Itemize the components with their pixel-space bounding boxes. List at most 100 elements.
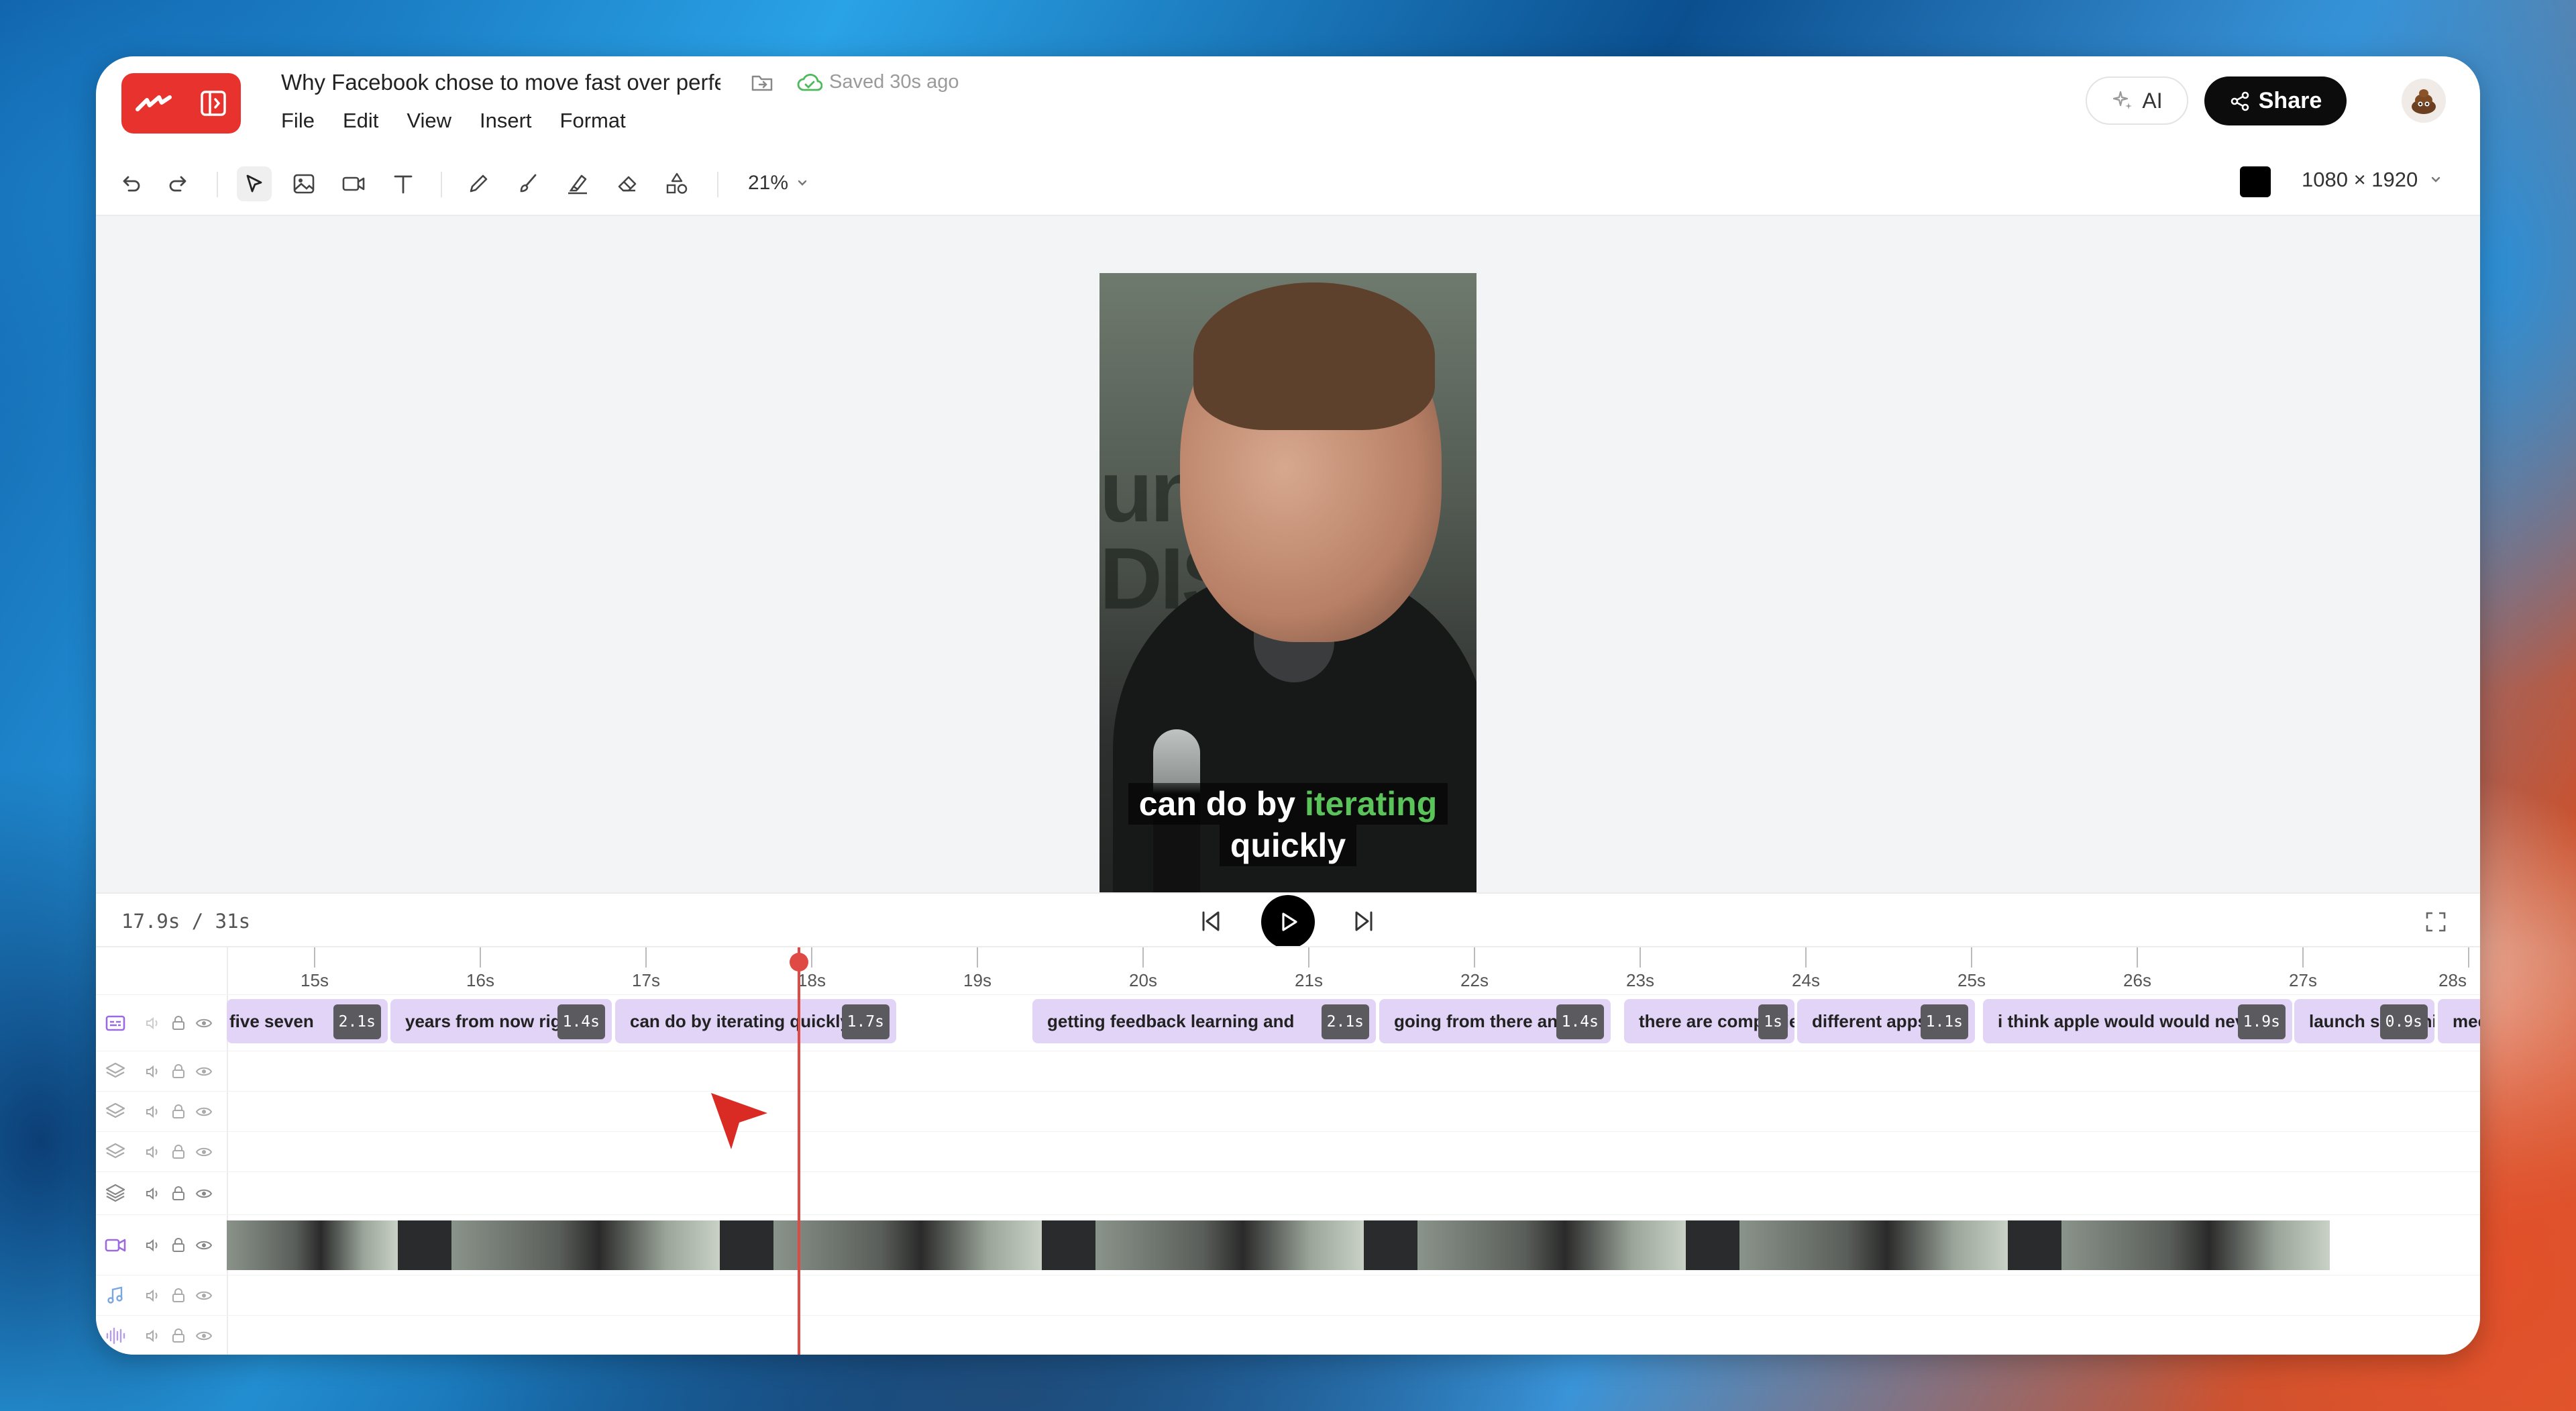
highlighter-tool[interactable] (560, 166, 595, 201)
eye-icon[interactable] (195, 1103, 213, 1120)
shapes-tool[interactable] (659, 166, 694, 201)
brush-tool[interactable] (511, 166, 545, 201)
skip-forward-icon[interactable] (1350, 907, 1378, 935)
user-avatar[interactable] (2402, 79, 2446, 123)
speaker-icon[interactable] (144, 1185, 162, 1202)
eye-icon[interactable] (195, 1185, 213, 1202)
layer-track-area[interactable] (227, 1172, 2480, 1215)
document-title[interactable]: Why Facebook chose to move fast over per… (281, 70, 720, 99)
lock-icon[interactable] (170, 1237, 187, 1254)
menu-insert[interactable]: Insert (480, 109, 532, 133)
caption-clip[interactable]: launch something0.9s (2294, 999, 2434, 1043)
caption-clip[interactable]: mee (2438, 999, 2480, 1043)
speaker-icon[interactable] (144, 1327, 162, 1345)
video-tool[interactable] (336, 166, 371, 201)
caption-clip[interactable]: different apps 1.1s (1797, 999, 1975, 1043)
ai-button[interactable]: AI (2086, 76, 2188, 125)
lock-icon[interactable] (170, 1327, 187, 1345)
eye-icon[interactable] (195, 1014, 213, 1032)
voice-track-area[interactable] (227, 1316, 2480, 1355)
caption-clip[interactable]: getting feedback learning and 2.1s (1032, 999, 1376, 1043)
ruler-label: 19s (963, 970, 991, 990)
skip-back-icon[interactable] (1197, 907, 1225, 935)
ruler-label: 15s (301, 970, 329, 990)
playhead-handle[interactable] (790, 953, 808, 972)
caption-track-area[interactable]: five seven 2.1s years from now right 1.4s … (227, 995, 2480, 1051)
menu-file[interactable]: File (281, 109, 315, 133)
lock-icon[interactable] (170, 1287, 187, 1304)
clip-duration: 1s (1758, 1004, 1788, 1039)
video-frame (720, 1220, 773, 1270)
menu-edit[interactable]: Edit (343, 109, 378, 133)
speaker-icon[interactable] (144, 1063, 162, 1080)
undo-button[interactable] (113, 166, 148, 201)
caption-clip[interactable]: going from there and 1.4s (1379, 999, 1611, 1043)
caption-clip[interactable]: years from now right 1.4s (390, 999, 612, 1043)
speaker-icon[interactable] (144, 1143, 162, 1161)
eraser-tool[interactable] (610, 166, 645, 201)
caption-clip[interactable]: can do by iterating quickly 1.7s (615, 999, 896, 1043)
track-controls (96, 1275, 228, 1316)
caption-clip[interactable]: there are companies 1s (1624, 999, 1794, 1043)
cloud-check-icon (797, 73, 822, 91)
caption-overlay[interactable]: can do by iterating quickly (1099, 783, 1477, 866)
select-tool[interactable] (237, 166, 272, 201)
video-frame (1686, 1220, 1739, 1270)
time-ruler[interactable]: 15s 16s 17s 18s 19s 20s 21s 22s 23s 24s … (227, 947, 2480, 994)
redo-button[interactable] (162, 166, 197, 201)
eye-icon[interactable] (195, 1287, 213, 1304)
ruler-tick (1971, 947, 1972, 968)
speaker-hair (1193, 282, 1435, 430)
share-button[interactable]: Share (2204, 76, 2347, 125)
video-filmstrip[interactable] (227, 1220, 2480, 1270)
speaker-muted-icon[interactable] (144, 1014, 162, 1032)
fill-color-swatch[interactable] (2240, 166, 2271, 197)
caption-clip[interactable]: i think apple would would never 1.9s (1983, 999, 2292, 1043)
lock-icon[interactable] (170, 1063, 187, 1080)
eye-icon[interactable] (195, 1327, 213, 1345)
speaker-icon[interactable] (144, 1103, 162, 1120)
ruler-label: 23s (1626, 970, 1654, 990)
lock-icon[interactable] (170, 1185, 187, 1202)
menu-format[interactable]: Format (560, 109, 626, 133)
ruler-tick (2302, 947, 2304, 968)
app-logo-button[interactable] (121, 73, 241, 134)
menu-view[interactable]: View (407, 109, 451, 133)
clip-text: can do by iterating quickly (630, 1010, 850, 1031)
eye-icon[interactable] (195, 1143, 213, 1161)
ruler-label: 24s (1792, 970, 1820, 990)
speaker-icon[interactable] (144, 1237, 162, 1254)
eye-icon[interactable] (195, 1063, 213, 1080)
fullscreen-icon[interactable] (2424, 910, 2448, 934)
text-icon (394, 175, 413, 194)
ruler-label: 26s (2123, 970, 2151, 990)
lock-icon[interactable] (170, 1103, 187, 1120)
select-icon (246, 174, 262, 193)
music-track-area[interactable] (227, 1275, 2480, 1316)
play-button[interactable] (1261, 895, 1315, 949)
ruler-tick (1142, 947, 1144, 968)
video-track-area[interactable] (227, 1215, 2480, 1275)
pencil-tool[interactable] (461, 166, 496, 201)
caption-track: five seven 2.1s years from now right 1.4s … (96, 994, 2480, 1051)
text-tool[interactable] (386, 166, 421, 201)
canvas-size-value: 1080 × 1920 (2302, 168, 2418, 191)
layer-track-area[interactable] (227, 1132, 2480, 1172)
eye-icon[interactable] (195, 1237, 213, 1254)
playhead[interactable] (798, 947, 800, 1355)
ruler-label: 27s (2289, 970, 2317, 990)
timeline[interactable]: 15s 16s 17s 18s 19s 20s 21s 22s 23s 24s … (96, 946, 2480, 1355)
canvas-size-dropdown[interactable]: 1080 × 1920 (2302, 168, 2443, 192)
lock-icon[interactable] (170, 1143, 187, 1161)
layer-track-area[interactable] (227, 1051, 2480, 1092)
layer-track-area[interactable] (227, 1092, 2480, 1132)
video-preview[interactable]: unch DISR can do by iterating quickly (1099, 273, 1477, 931)
ruler-tick (1308, 947, 1309, 968)
lock-icon[interactable] (170, 1014, 187, 1032)
zoom-dropdown[interactable]: 21% (748, 172, 810, 195)
canvas-area[interactable]: unch DISR can do by iterating quickly (96, 215, 2480, 931)
caption-clip[interactable]: five seven 2.1s (227, 999, 388, 1043)
image-tool[interactable] (286, 166, 321, 201)
move-to-folder-icon[interactable] (750, 71, 774, 95)
speaker-icon[interactable] (144, 1287, 162, 1304)
